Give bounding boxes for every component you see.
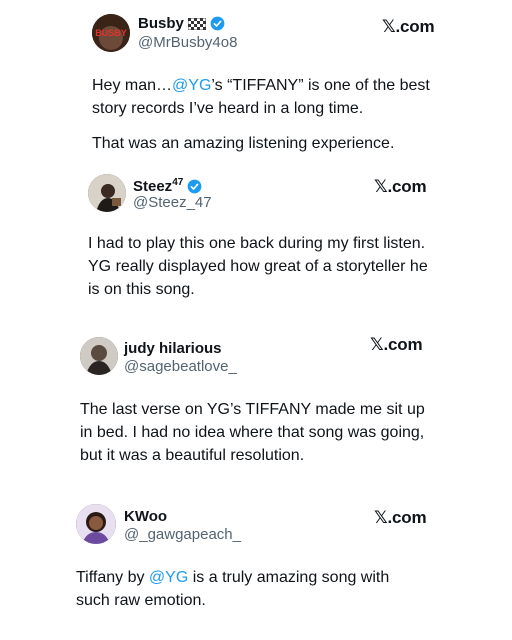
x-com-logo: 𝕏.com bbox=[374, 508, 427, 527]
tweet-text: I had to play this one back during my fi… bbox=[88, 235, 428, 298]
mention-link[interactable]: @YG bbox=[149, 569, 188, 586]
tweet-busby: BUSBY Busby @MrBusby4o8 𝕏.com Hey man…@Y… bbox=[0, 0, 512, 160]
tweet-text: Tiffany by @YG is a truly amazing song w… bbox=[76, 569, 390, 609]
x-com-logo: 𝕏.com bbox=[382, 17, 435, 36]
x-com-logo: 𝕏.com bbox=[374, 177, 427, 196]
avatar-judy-icon bbox=[80, 337, 118, 375]
avatar-busby-icon: BUSBY bbox=[92, 14, 130, 52]
mention-link[interactable]: @YG bbox=[172, 77, 211, 94]
tweet-text: Hey man…@YG’s “TIFFANY” is one of the be… bbox=[92, 77, 430, 117]
display-name[interactable]: Busby bbox=[138, 15, 184, 32]
x-com-logo: 𝕏.com bbox=[370, 335, 423, 354]
avatar[interactable] bbox=[88, 174, 126, 212]
avatar[interactable] bbox=[76, 504, 116, 544]
svg-text:BUSBY: BUSBY bbox=[95, 28, 127, 38]
display-name[interactable]: judy hilarious bbox=[124, 340, 222, 357]
display-name[interactable]: KWoo bbox=[124, 508, 167, 525]
handle[interactable]: @MrBusby4o8 bbox=[138, 34, 237, 51]
checkered-flag-icon bbox=[187, 17, 206, 30]
tweet-text-second: That was an amazing listening experience… bbox=[92, 135, 395, 152]
display-name[interactable]: Steez47 bbox=[133, 177, 183, 195]
verified-badge-icon bbox=[210, 16, 225, 31]
tweet-judy: judy hilarious @sagebeatlove_ 𝕏.com The … bbox=[0, 320, 512, 480]
avatar[interactable]: BUSBY bbox=[92, 14, 130, 52]
avatar-kwoo-icon bbox=[76, 504, 116, 544]
verified-badge-icon bbox=[187, 179, 202, 193]
tweet-text: The last verse on YG’s TIFFANY made me s… bbox=[80, 401, 425, 464]
handle[interactable]: @sagebeatlove_ bbox=[124, 358, 237, 375]
tweet-steez: Steez47 @Steez_47 𝕏.com I had to play th… bbox=[0, 160, 512, 320]
handle[interactable]: @_gawgapeach_ bbox=[124, 526, 241, 543]
avatar-steez-icon bbox=[88, 174, 126, 212]
avatar[interactable] bbox=[80, 337, 118, 375]
handle[interactable]: @Steez_47 bbox=[133, 194, 212, 211]
tweet-kwoo: KWoo @_gawgapeach_ 𝕏.com Tiffany by @YG … bbox=[0, 490, 512, 640]
